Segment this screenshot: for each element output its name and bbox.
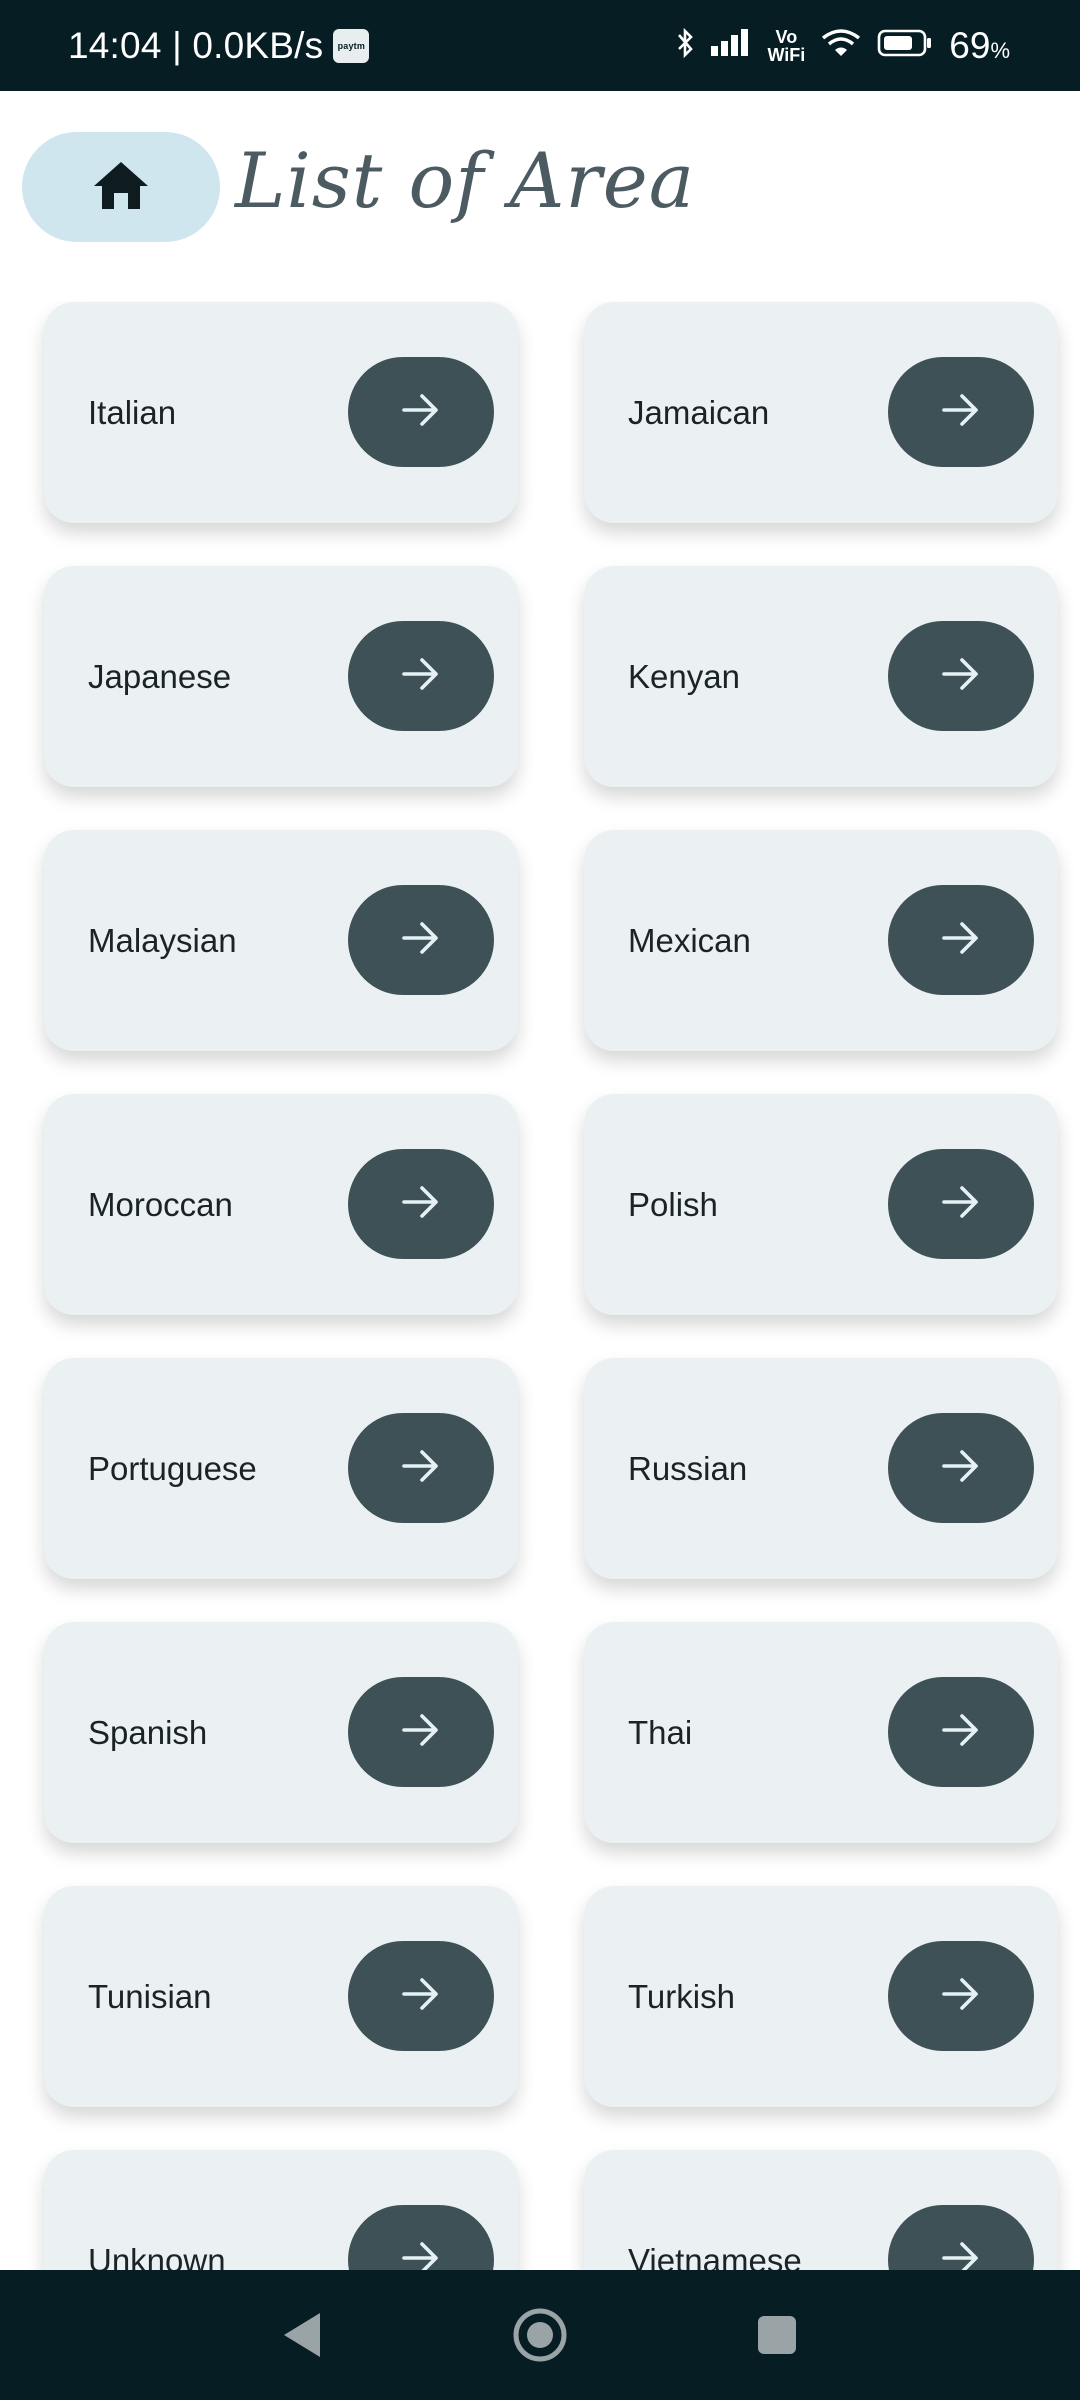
status-right: Vo WiFi 69% bbox=[675, 0, 1010, 91]
area-name: Unknown bbox=[88, 2241, 226, 2271]
vowifi-icon: Vo WiFi bbox=[767, 28, 805, 64]
wifi-icon bbox=[821, 28, 861, 63]
arrow-right-icon bbox=[401, 1713, 441, 1752]
area-card[interactable]: Mexican bbox=[584, 830, 1058, 1051]
area-name: Tunisian bbox=[88, 1977, 212, 2015]
area-name: Polish bbox=[628, 1185, 718, 1223]
recents-icon bbox=[758, 2316, 796, 2354]
open-area-button[interactable] bbox=[888, 357, 1034, 467]
area-card[interactable]: Portuguese bbox=[44, 1358, 518, 1579]
arrow-right-icon bbox=[401, 921, 441, 960]
area-card[interactable]: Japanese bbox=[44, 566, 518, 787]
battery-percent-unit: % bbox=[990, 37, 1010, 63]
bluetooth-icon bbox=[675, 27, 695, 64]
page-title: List of Area bbox=[235, 136, 696, 225]
area-name: Thai bbox=[628, 1713, 693, 1751]
vo-label: Vo bbox=[775, 26, 798, 47]
paytm-icon: paytm bbox=[333, 28, 370, 63]
battery-percent: 69% bbox=[949, 25, 1010, 67]
area-name: Malaysian bbox=[88, 921, 237, 959]
area-name: Mexican bbox=[628, 921, 751, 959]
area-card[interactable]: Spanish bbox=[44, 1622, 518, 1843]
open-area-button[interactable] bbox=[348, 1149, 494, 1259]
home-nav-button[interactable] bbox=[480, 2270, 600, 2400]
home-icon bbox=[92, 159, 150, 216]
arrow-right-icon bbox=[941, 2241, 981, 2270]
area-card[interactable]: Thai bbox=[584, 1622, 1058, 1843]
area-name: Kenyan bbox=[628, 657, 740, 695]
area-card[interactable]: Malaysian bbox=[44, 830, 518, 1051]
area-name: Portuguese bbox=[88, 1449, 257, 1487]
open-area-button[interactable] bbox=[348, 885, 494, 995]
area-card[interactable]: Moroccan bbox=[44, 1094, 518, 1315]
open-area-button[interactable] bbox=[888, 885, 1034, 995]
area-name: Vietnamese bbox=[628, 2241, 802, 2271]
area-card[interactable]: Italian bbox=[44, 302, 518, 523]
header: List of Area bbox=[0, 91, 1080, 301]
back-button[interactable] bbox=[242, 2270, 362, 2400]
area-card[interactable]: Russian bbox=[584, 1358, 1058, 1579]
open-area-button[interactable] bbox=[888, 1677, 1034, 1787]
area-card[interactable]: Jamaican bbox=[584, 302, 1058, 523]
area-card[interactable]: Unknown bbox=[44, 2150, 518, 2270]
open-area-button[interactable] bbox=[348, 1941, 494, 2051]
open-area-button[interactable] bbox=[348, 1413, 494, 1523]
arrow-right-icon bbox=[401, 1185, 441, 1224]
area-card[interactable]: Turkish bbox=[584, 1886, 1058, 2107]
arrow-right-icon bbox=[401, 1977, 441, 2016]
battery-icon bbox=[877, 28, 933, 63]
area-name: Japanese bbox=[88, 657, 232, 695]
arrow-right-icon bbox=[401, 657, 441, 696]
wifi-label: WiFi bbox=[767, 44, 806, 65]
area-card[interactable]: Kenyan bbox=[584, 566, 1058, 787]
open-area-button[interactable] bbox=[348, 2205, 494, 2270]
area-card[interactable]: Tunisian bbox=[44, 1886, 518, 2107]
navigation-bar bbox=[0, 2270, 1080, 2400]
area-name: Jamaican bbox=[628, 393, 770, 431]
open-area-button[interactable] bbox=[348, 621, 494, 731]
recents-button[interactable] bbox=[717, 2270, 837, 2400]
home-button[interactable] bbox=[22, 132, 220, 242]
arrow-right-icon bbox=[941, 921, 981, 960]
area-card[interactable]: Vietnamese bbox=[584, 2150, 1058, 2270]
signal-icon bbox=[711, 28, 751, 63]
area-name: Italian bbox=[88, 393, 177, 431]
status-bar: 14:04 | 0.0KB/s paytm Vo WiFi 69% bbox=[0, 0, 1080, 91]
status-left: 14:04 | 0.0KB/s paytm bbox=[68, 0, 370, 91]
arrow-right-icon bbox=[941, 393, 981, 432]
arrow-right-icon bbox=[941, 1977, 981, 2016]
arrow-right-icon bbox=[401, 1449, 441, 1488]
arrow-right-icon bbox=[401, 393, 441, 432]
area-name: Turkish bbox=[628, 1977, 735, 2015]
area-name: Russian bbox=[628, 1449, 748, 1487]
open-area-button[interactable] bbox=[348, 357, 494, 467]
arrow-right-icon bbox=[941, 657, 981, 696]
arrow-right-icon bbox=[941, 1449, 981, 1488]
area-card[interactable]: Polish bbox=[584, 1094, 1058, 1315]
arrow-right-icon bbox=[941, 1185, 981, 1224]
arrow-right-icon bbox=[941, 1713, 981, 1752]
area-name: Moroccan bbox=[88, 1185, 233, 1223]
open-area-button[interactable] bbox=[348, 1677, 494, 1787]
area-grid: Italian Jamaican Japanese Kenyan Malaysian Me… bbox=[0, 301, 1080, 2270]
open-area-button[interactable] bbox=[888, 1149, 1034, 1259]
area-name: Spanish bbox=[88, 1713, 208, 1751]
arrow-right-icon bbox=[401, 2241, 441, 2270]
back-icon bbox=[284, 2313, 320, 2357]
time-and-speed: 14:04 | 0.0KB/s bbox=[68, 24, 324, 66]
home-circle-icon bbox=[513, 2308, 567, 2362]
battery-percent-value: 69 bbox=[949, 24, 991, 66]
open-area-button[interactable] bbox=[888, 1941, 1034, 2051]
open-area-button[interactable] bbox=[888, 621, 1034, 731]
open-area-button[interactable] bbox=[888, 2205, 1034, 2270]
open-area-button[interactable] bbox=[888, 1413, 1034, 1523]
